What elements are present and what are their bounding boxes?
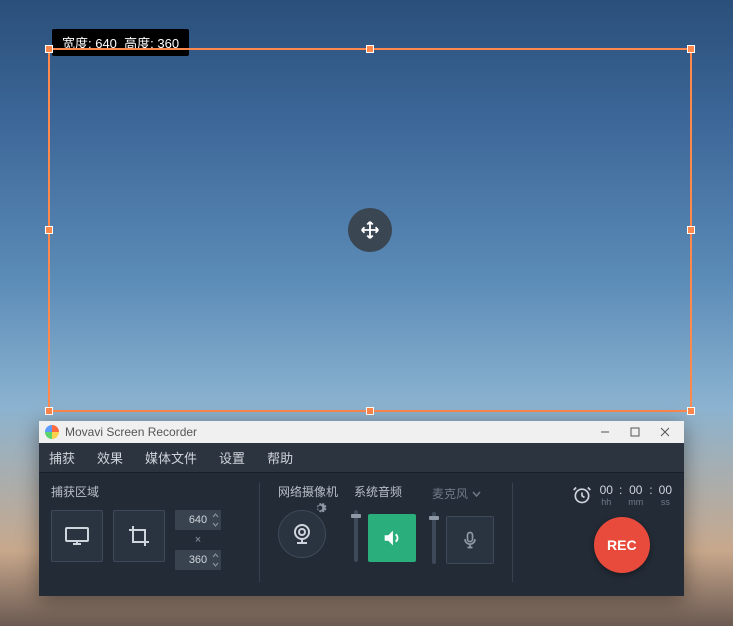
speaker-icon (381, 527, 403, 549)
menubar: 捕获 效果 媒体文件 设置 帮助 (39, 443, 684, 473)
menu-settings[interactable]: 设置 (219, 448, 245, 467)
capture-area-section: 捕获区域 640 (51, 483, 241, 582)
resize-handle-right[interactable] (687, 226, 695, 234)
maximize-button[interactable] (620, 421, 650, 443)
resize-handle-bottom-left[interactable] (45, 407, 53, 415)
monitor-icon (64, 526, 90, 546)
aspect-lock-icon[interactable]: × (195, 534, 201, 546)
record-button[interactable]: REC (594, 517, 650, 573)
resize-handle-bottom[interactable] (366, 407, 374, 415)
menu-effects[interactable]: 效果 (97, 448, 123, 467)
timer-mm-unit: mm (628, 497, 643, 507)
menu-help[interactable]: 帮助 (267, 448, 293, 467)
timer-colon: : (649, 483, 652, 507)
resize-handle-top[interactable] (366, 45, 374, 53)
close-icon (660, 427, 670, 437)
timer-hh: 00 (600, 483, 613, 497)
minimize-icon (600, 427, 610, 437)
crop-icon (127, 524, 151, 548)
resize-handle-bottom-right[interactable] (687, 407, 695, 415)
record-section: 00hh : 00mm : 00ss REC (572, 483, 672, 582)
capture-area-label: 捕获区域 (51, 483, 241, 500)
alarm-clock-icon (572, 485, 592, 505)
sysaudio-toggle[interactable] (368, 514, 416, 562)
custom-region-button[interactable] (113, 510, 165, 562)
move-frame-button[interactable] (348, 208, 392, 252)
maximize-icon (630, 427, 640, 437)
height-value: 360 (189, 554, 207, 566)
menu-capture[interactable]: 捕获 (49, 448, 75, 467)
gear-icon (313, 501, 327, 515)
timer-hh-unit: hh (601, 497, 611, 507)
chevron-down-icon (211, 560, 220, 569)
slider-thumb[interactable] (351, 514, 361, 518)
dimension-badge: 宽度: 640 高度: 360 (52, 29, 189, 56)
resize-handle-top-left[interactable] (45, 45, 53, 53)
timer-ss-unit: ss (661, 497, 670, 507)
schedule-timer[interactable]: 00hh : 00mm : 00ss (572, 483, 672, 507)
minimize-button[interactable] (590, 421, 620, 443)
mic-dropdown[interactable]: 麦克风 (432, 485, 481, 502)
move-icon (359, 219, 381, 241)
webcam-icon (290, 522, 314, 546)
webcam-settings-button[interactable] (313, 501, 327, 515)
mic-volume-slider[interactable] (432, 512, 436, 564)
fullscreen-button[interactable] (51, 510, 103, 562)
webcam-toggle[interactable] (278, 510, 326, 558)
app-window: Movavi Screen Recorder 捕获 效果 媒体文件 设置 帮助 … (39, 421, 684, 596)
mic-toggle[interactable] (446, 516, 494, 564)
chevron-up-icon (211, 511, 220, 520)
webcam-label: 网络摄像机 (278, 483, 338, 500)
timer-colon: : (619, 483, 622, 507)
separator (512, 483, 513, 582)
slider-thumb[interactable] (429, 516, 439, 520)
timer-mm: 00 (629, 483, 642, 497)
height-spinner[interactable] (211, 551, 220, 569)
width-value: 640 (189, 514, 207, 526)
window-title: Movavi Screen Recorder (65, 425, 590, 439)
mic-label-text: 麦克风 (432, 485, 468, 502)
microphone-icon (460, 530, 480, 550)
app-body: 捕获区域 640 (39, 473, 684, 596)
titlebar[interactable]: Movavi Screen Recorder (39, 421, 684, 443)
devices-section: 网络摄像机 系统音频 (278, 483, 494, 582)
capture-frame (48, 48, 692, 412)
sysaudio-volume-slider[interactable] (354, 510, 358, 562)
height-input[interactable]: 360 (175, 550, 221, 570)
app-icon (45, 425, 59, 439)
close-button[interactable] (650, 421, 680, 443)
chevron-down-icon (472, 491, 481, 497)
separator (259, 483, 260, 582)
resize-handle-top-right[interactable] (687, 45, 695, 53)
timer-ss: 00 (659, 483, 672, 497)
sysaudio-label: 系统音频 (354, 483, 402, 500)
resize-handle-left[interactable] (45, 226, 53, 234)
timer-display: 00hh : 00mm : 00ss (600, 483, 672, 507)
chevron-up-icon (211, 551, 220, 560)
menu-media[interactable]: 媒体文件 (145, 448, 197, 467)
width-input[interactable]: 640 (175, 510, 221, 530)
chevron-down-icon (211, 520, 220, 529)
record-button-label: REC (607, 537, 637, 553)
width-spinner[interactable] (211, 511, 220, 529)
